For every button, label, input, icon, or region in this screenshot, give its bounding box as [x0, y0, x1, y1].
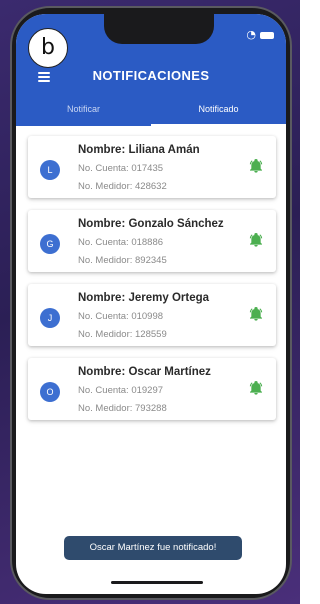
tab-bar: Notificar Notificado: [16, 98, 286, 126]
card-name: Nombre: Liliana Amán: [78, 144, 200, 156]
bell-ringing-icon[interactable]: [248, 232, 264, 248]
card-meter: No. Medidor: 892345: [78, 255, 167, 266]
tab-notificar[interactable]: Notificar: [16, 98, 151, 126]
notification-card[interactable]: J Nombre: Jeremy Ortega No. Cuenta: 0109…: [28, 284, 276, 346]
card-name: Nombre: Jeremy Ortega: [78, 292, 210, 304]
bell-ringing-icon[interactable]: [248, 306, 264, 322]
card-account: No. Cuenta: 019297: [78, 385, 164, 396]
page-title: NOTIFICACIONES: [92, 68, 210, 83]
card-meter: No. Medidor: 793288: [78, 403, 167, 414]
battery-icon: [260, 31, 274, 39]
notification-card[interactable]: G Nombre: Gonzalo Sánchez No. Cuenta: 01…: [28, 210, 276, 272]
tab-notificado[interactable]: Notificado: [151, 98, 286, 126]
phone-notch: [104, 14, 214, 44]
card-name: Nombre: Oscar Martínez: [78, 366, 211, 378]
card-account: No. Cuenta: 017435: [78, 163, 164, 174]
status-bar: ◔: [246, 28, 274, 41]
card-name: Nombre: Gonzalo Sánchez: [78, 218, 224, 230]
avatar: J: [40, 308, 60, 328]
app-screen: ◔ NOTIFICACIONES Notificar Notificado L …: [16, 14, 286, 594]
card-account: No. Cuenta: 018886: [78, 237, 164, 248]
notification-card[interactable]: L Nombre: Liliana Amán No. Cuenta: 01743…: [28, 136, 276, 198]
card-meter: No. Medidor: 128559: [78, 329, 167, 340]
figure-label: b: [28, 28, 68, 68]
notification-card[interactable]: O Nombre: Oscar Martínez No. Cuenta: 019…: [28, 358, 276, 420]
wifi-icon: ◔: [246, 28, 258, 41]
card-meter: No. Medidor: 428632: [78, 181, 167, 192]
avatar: G: [40, 234, 60, 254]
bell-ringing-icon[interactable]: [248, 380, 264, 396]
card-account: No. Cuenta: 010998: [78, 311, 164, 322]
bell-ringing-icon[interactable]: [248, 158, 264, 174]
home-indicator[interactable]: [111, 581, 203, 584]
toast-message: Oscar Martínez fue notificado!: [64, 536, 242, 560]
avatar: L: [40, 160, 60, 180]
avatar: O: [40, 382, 60, 402]
